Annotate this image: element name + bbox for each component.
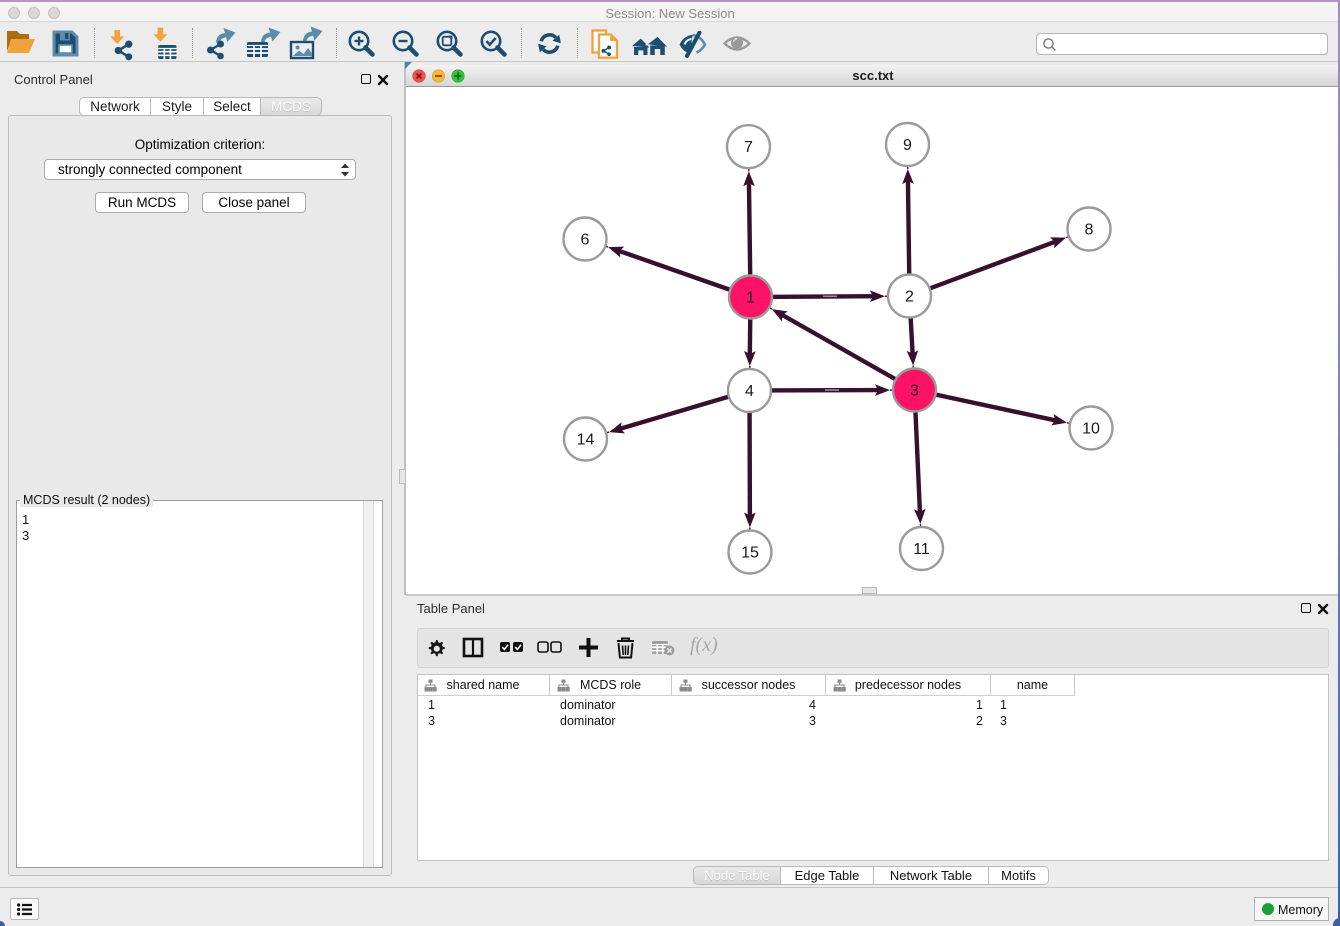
svg-text:9: 9 bbox=[903, 137, 912, 154]
svg-text:10: 10 bbox=[1082, 421, 1100, 438]
svg-text:2: 2 bbox=[905, 289, 914, 306]
svg-text:8: 8 bbox=[1085, 222, 1094, 239]
svg-text:11: 11 bbox=[913, 541, 930, 558]
svg-text:14: 14 bbox=[577, 432, 595, 449]
svg-text:15: 15 bbox=[741, 545, 759, 562]
svg-text:6: 6 bbox=[581, 232, 590, 249]
svg-text:4: 4 bbox=[745, 383, 754, 400]
svg-text:7: 7 bbox=[744, 139, 753, 156]
svg-text:3: 3 bbox=[910, 383, 919, 400]
svg-text:1: 1 bbox=[746, 290, 755, 307]
